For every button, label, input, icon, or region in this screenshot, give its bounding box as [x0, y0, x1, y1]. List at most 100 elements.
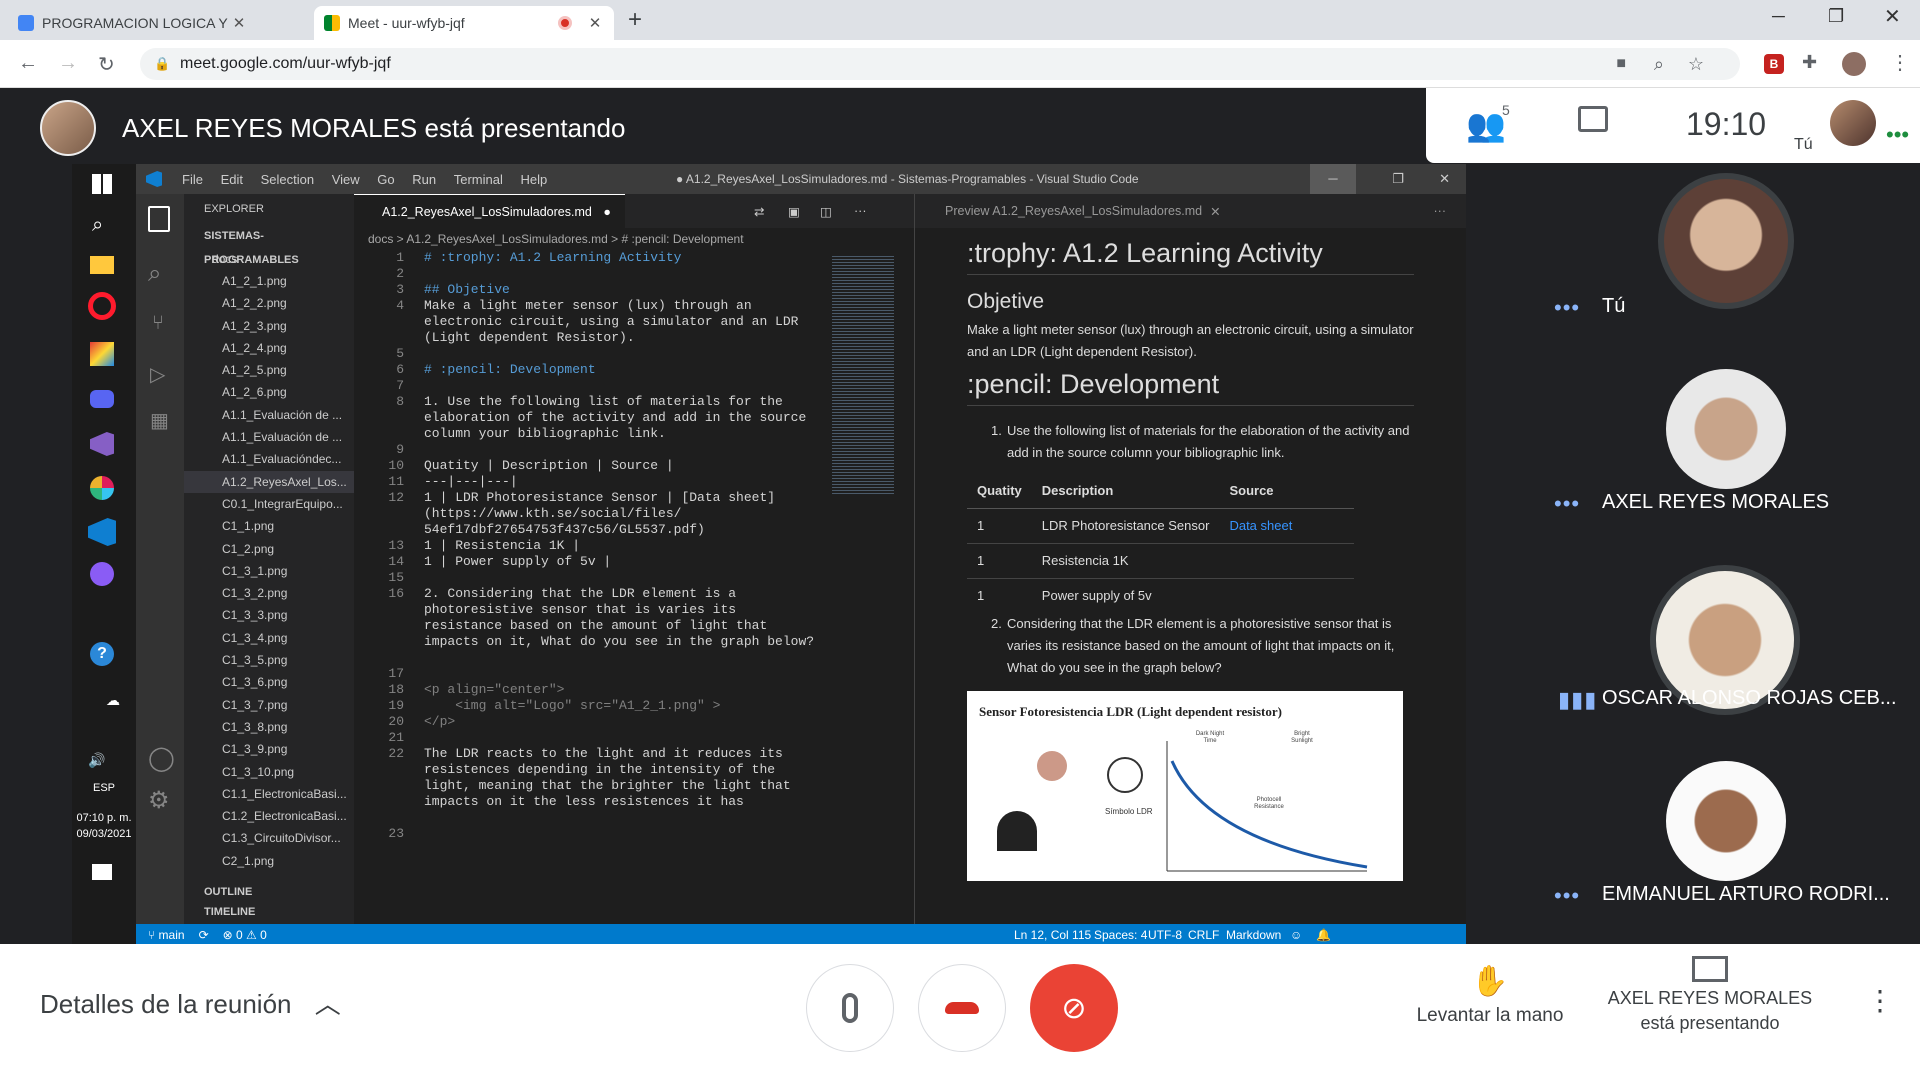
volume-icon[interactable]: 🔊 — [88, 752, 105, 769]
minimize-window-icon[interactable]: ─ — [1772, 6, 1785, 27]
file-item[interactable]: C1_2.png — [184, 538, 354, 560]
meeting-details-toggle[interactable]: Detalles de la reunión ︿ — [40, 984, 341, 1021]
file-item[interactable]: A1.2_ReyesAxel_Los... — [184, 470, 354, 493]
file-item[interactable]: C1_3_7.png — [184, 694, 354, 716]
file-item[interactable]: A1_2_6.png — [184, 381, 354, 403]
file-item[interactable]: C1_3_2.png — [184, 582, 354, 604]
language-mode[interactable]: Markdown — [1226, 928, 1281, 942]
file-item[interactable]: A1_2_5.png — [184, 359, 354, 381]
notifications-icon[interactable] — [92, 864, 112, 880]
menu-selection[interactable]: Selection — [261, 172, 314, 187]
file-item[interactable]: C1_1.png — [184, 515, 354, 537]
editor-tab[interactable]: A1.2_ReyesAxel_LosSimuladores.md ● — [354, 194, 625, 228]
menu-run[interactable]: Run — [412, 172, 436, 187]
forward-icon[interactable]: → — [58, 52, 78, 75]
bookmark-star-icon[interactable]: ☆ — [1688, 54, 1704, 75]
participant-tile[interactable]: ▮▮▮ OSCAR ALONSO ROJAS CEB... — [1538, 565, 1920, 760]
outline-section[interactable]: OUTLINE — [184, 886, 252, 898]
vscode-close-icon[interactable]: ✕ — [1439, 171, 1450, 187]
menu-file[interactable]: File — [182, 172, 203, 187]
visual-studio-icon[interactable] — [90, 432, 114, 456]
workspace-root[interactable]: SISTEMAS-PROGRAMABLES — [184, 224, 354, 266]
file-item[interactable]: C1_3_10.png — [184, 761, 354, 783]
extensions-puzzle-icon[interactable]: ✚ — [1802, 52, 1817, 73]
extensions-icon[interactable]: ▦ — [150, 408, 169, 433]
file-item[interactable]: C1_3_1.png — [184, 560, 354, 582]
file-item[interactable]: C1.2_ElectronicaBasi... — [184, 805, 354, 827]
zoom-icon[interactable]: ⌕ — [1654, 54, 1664, 75]
participants-icon[interactable]: 👥 — [1466, 106, 1506, 144]
cursor-position[interactable]: Ln 12, Col 115 — [1014, 928, 1091, 942]
file-item[interactable]: C1_3_4.png — [184, 627, 354, 649]
preview-tab-label[interactable]: Preview A1.2_ReyesAxel_LosSimuladores.md — [945, 204, 1202, 218]
back-icon[interactable]: ← — [18, 52, 38, 75]
github-icon[interactable] — [90, 562, 114, 586]
participant-tile[interactable]: ••• Tú — [1538, 173, 1920, 368]
app-icon-colorful[interactable] — [90, 342, 114, 366]
file-item[interactable]: C2_1.png — [184, 850, 354, 872]
menu-help[interactable]: Help — [521, 172, 548, 187]
presenting-status-button[interactable]: AXEL REYES MORALES está presentando — [1600, 956, 1820, 1034]
file-item[interactable]: A1_2_3.png — [184, 315, 354, 337]
minimap[interactable] — [832, 254, 894, 494]
reload-icon[interactable]: ↻ — [98, 52, 115, 77]
open-changes-icon[interactable]: ⇄ — [754, 204, 764, 219]
help-icon[interactable]: ? — [90, 642, 114, 666]
branch-indicator[interactable]: ⑂ main — [148, 928, 185, 942]
taskbar-lang[interactable]: ESP — [72, 782, 136, 794]
camera-icon[interactable]: ■ — [1616, 55, 1626, 73]
code-area[interactable]: 1 # :trophy: A1.2 Learning Activity 2 3 ## O… — [354, 250, 914, 842]
file-item[interactable]: C1_3_9.png — [184, 738, 354, 760]
file-item[interactable]: C0.1_IntegrarEquipo... — [184, 493, 354, 515]
discord-icon[interactable] — [90, 390, 114, 408]
close-tab-icon[interactable]: ✕ — [230, 14, 248, 32]
file-item[interactable]: A1_2_4.png — [184, 337, 354, 359]
camera-toggle-button[interactable]: ⊘ — [1030, 964, 1118, 1052]
file-item[interactable]: A1_2_2.png — [184, 292, 354, 314]
more-dots-icon[interactable]: ••• — [1554, 491, 1580, 517]
encoding[interactable]: UTF-8 — [1148, 928, 1182, 942]
source-control-icon[interactable]: ⑂ — [152, 312, 164, 335]
timeline-section[interactable]: TIMELINE — [184, 906, 255, 918]
slack-icon[interactable] — [90, 476, 114, 500]
search-icon[interactable]: ⌕ — [92, 214, 103, 237]
preview-close-icon[interactable]: ✕ — [1210, 204, 1220, 219]
url-bar[interactable]: 🔒 meet.google.com/uur-wfyb-jqf ■ ⌕ ☆ — [140, 48, 1740, 80]
windows-start-icon[interactable] — [92, 174, 112, 194]
breadcrumb[interactable]: docs > A1.2_ReyesAxel_LosSimuladores.md … — [354, 228, 914, 250]
menu-terminal[interactable]: Terminal — [454, 172, 503, 187]
file-item[interactable]: C1_3_5.png — [184, 649, 354, 671]
problems-indicator[interactable]: ⊗ 0 ⚠ 0 — [223, 928, 267, 942]
vscode-maximize-icon[interactable]: ❐ — [1392, 171, 1404, 187]
leave-call-button[interactable] — [918, 964, 1006, 1052]
more-dots-icon[interactable]: ••• — [1554, 883, 1580, 909]
file-item[interactable]: A1.1_Evaluación de ... — [184, 426, 354, 448]
sync-icon[interactable]: ⟳ — [199, 928, 209, 942]
onedrive-icon[interactable]: ☁ — [106, 692, 120, 709]
more-dots-icon[interactable]: ••• — [1554, 295, 1580, 321]
menu-view[interactable]: View — [332, 172, 360, 187]
browser-tab-classroom[interactable]: PROGRAMACION LOGICA Y FUN ✕ — [8, 6, 258, 40]
editor-more-icon[interactable]: ··· — [854, 204, 867, 218]
opera-icon[interactable] — [88, 292, 116, 320]
menu-go[interactable]: Go — [377, 172, 394, 187]
microphone-button[interactable] — [806, 964, 894, 1052]
close-window-icon[interactable]: ✕ — [1884, 4, 1901, 29]
close-tab-icon[interactable]: ✕ — [586, 14, 604, 32]
more-options-icon[interactable]: ⋮ — [1866, 984, 1894, 1017]
run-debug-icon[interactable]: ▷ — [150, 362, 165, 387]
browser-menu-icon[interactable]: ⋮ — [1890, 50, 1910, 75]
unsaved-dot-icon[interactable]: ● — [603, 205, 611, 219]
chat-icon[interactable] — [1578, 106, 1608, 132]
vscode-taskbar-icon[interactable] — [88, 518, 116, 546]
split-editor-icon[interactable]: ◫ — [820, 204, 832, 219]
accounts-icon[interactable]: ◯ — [148, 744, 175, 773]
extension-badge-icon[interactable]: B — [1764, 54, 1784, 74]
preview-more-icon[interactable]: ··· — [1434, 204, 1447, 218]
new-tab-button[interactable]: + — [628, 6, 642, 34]
eol[interactable]: CRLF — [1188, 928, 1219, 942]
file-item[interactable]: A1_2_1.png — [184, 270, 354, 292]
file-item[interactable]: C1.1_ElectronicaBasi... — [184, 783, 354, 805]
open-preview-icon[interactable]: ▣ — [788, 204, 800, 219]
file-item[interactable]: A1.1_Evaluacióndec... — [184, 448, 354, 470]
